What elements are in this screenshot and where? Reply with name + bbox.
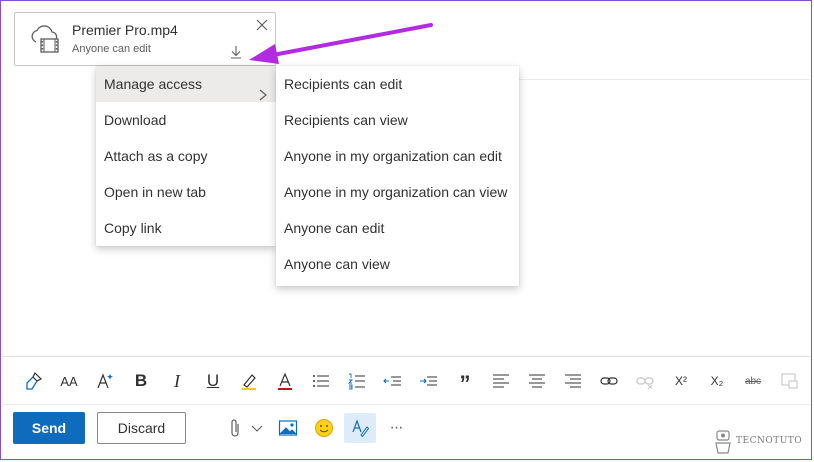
menu-item-copy-link[interactable]: Copy link — [96, 210, 276, 246]
discard-button[interactable]: Discard — [97, 412, 186, 444]
strikethrough-glyph: abc — [744, 375, 762, 387]
send-button[interactable]: Send — [13, 412, 85, 444]
tecnotuto-watermark: TECNOTUTO — [713, 429, 809, 459]
annotation-arrow — [249, 21, 439, 69]
quote-glyph: ” — [459, 371, 471, 396]
menu-item-label: Manage access — [104, 76, 203, 92]
bullets-icon[interactable] — [305, 365, 337, 397]
underline-icon[interactable]: U — [197, 365, 229, 397]
emoji-icon[interactable] — [310, 414, 338, 442]
more-options-icon[interactable]: ··· — [382, 414, 410, 442]
menu-item-download[interactable]: Download — [96, 102, 276, 138]
menu-item-label: Open in new tab — [104, 184, 206, 200]
subscript-icon[interactable]: X₂ — [701, 365, 733, 397]
chevron-down-icon[interactable] — [243, 414, 271, 442]
unlink-icon — [629, 365, 661, 397]
attachment-name: Premier Pro.mp4 — [72, 22, 178, 38]
menu-item-label: Copy link — [104, 220, 162, 236]
strikethrough-icon[interactable]: abc — [737, 365, 769, 397]
submenu-item-org-view[interactable]: Anyone in my organization can view — [276, 174, 519, 210]
cloud-video-icon — [27, 22, 63, 58]
quote-icon[interactable]: ” — [449, 365, 481, 397]
insert-picture-inline-icon — [773, 365, 805, 397]
link-icon[interactable] — [593, 365, 625, 397]
align-right-icon[interactable] — [557, 365, 589, 397]
more-glyph: ··· — [389, 419, 404, 436]
menu-item-label: Download — [104, 112, 167, 128]
italic-icon[interactable]: I — [161, 365, 193, 397]
attachment-access: Anyone can edit — [72, 43, 151, 55]
chevron-right-icon — [258, 78, 268, 101]
manage-access-submenu: Recipients can edit Recipients can view … — [276, 66, 519, 286]
menu-item-manage-access[interactable]: Manage access — [96, 66, 276, 102]
bold-glyph: B — [134, 371, 148, 390]
highlight-icon[interactable] — [233, 365, 265, 397]
font-size-icon[interactable]: AA — [53, 365, 85, 397]
divider — [519, 79, 810, 80]
bold-icon[interactable]: B — [125, 365, 157, 397]
actions-divider — [2, 404, 810, 405]
insert-picture-icon[interactable] — [274, 414, 302, 442]
submenu-item-recipients-edit[interactable]: Recipients can edit — [276, 66, 519, 102]
superscript-icon[interactable]: X² — [665, 365, 697, 397]
underline-glyph: U — [206, 371, 220, 390]
italic-glyph: I — [174, 370, 180, 391]
menu-item-attach-as-copy[interactable]: Attach as a copy — [96, 138, 276, 174]
increase-indent-icon[interactable] — [413, 365, 445, 397]
watermark-logo-icon — [715, 430, 731, 454]
superscript-glyph: X² — [675, 374, 687, 388]
format-text-icon[interactable] — [344, 413, 376, 443]
submenu-item-anyone-view[interactable]: Anyone can view — [276, 246, 519, 282]
decrease-indent-icon[interactable] — [377, 365, 409, 397]
align-center-icon[interactable] — [521, 365, 553, 397]
menu-item-label: Attach as a copy — [104, 148, 208, 164]
menu-item-open-new-tab[interactable]: Open in new tab — [96, 174, 276, 210]
compose-window: Premier Pro.mp4 Anyone can edit Manage a… — [0, 0, 812, 460]
format-painter-icon[interactable] — [17, 365, 49, 397]
toolbar-divider — [2, 356, 810, 357]
attachment-card[interactable]: Premier Pro.mp4 Anyone can edit — [14, 12, 276, 66]
align-left-icon[interactable] — [485, 365, 517, 397]
text-effects-icon[interactable] — [89, 365, 121, 397]
attachment-context-menu: Manage access Download Attach as a copy … — [96, 66, 276, 246]
subscript-glyph: X₂ — [710, 374, 724, 388]
font-size-glyph: AA — [60, 373, 78, 389]
numbering-icon[interactable] — [341, 365, 373, 397]
font-color-icon[interactable] — [269, 365, 301, 397]
submenu-item-recipients-view[interactable]: Recipients can view — [276, 102, 519, 138]
download-icon[interactable] — [229, 45, 243, 59]
submenu-item-org-edit[interactable]: Anyone in my organization can edit — [276, 138, 519, 174]
watermark-text: TECNOTUTO — [736, 436, 803, 446]
submenu-item-anyone-edit[interactable]: Anyone can edit — [276, 210, 519, 246]
